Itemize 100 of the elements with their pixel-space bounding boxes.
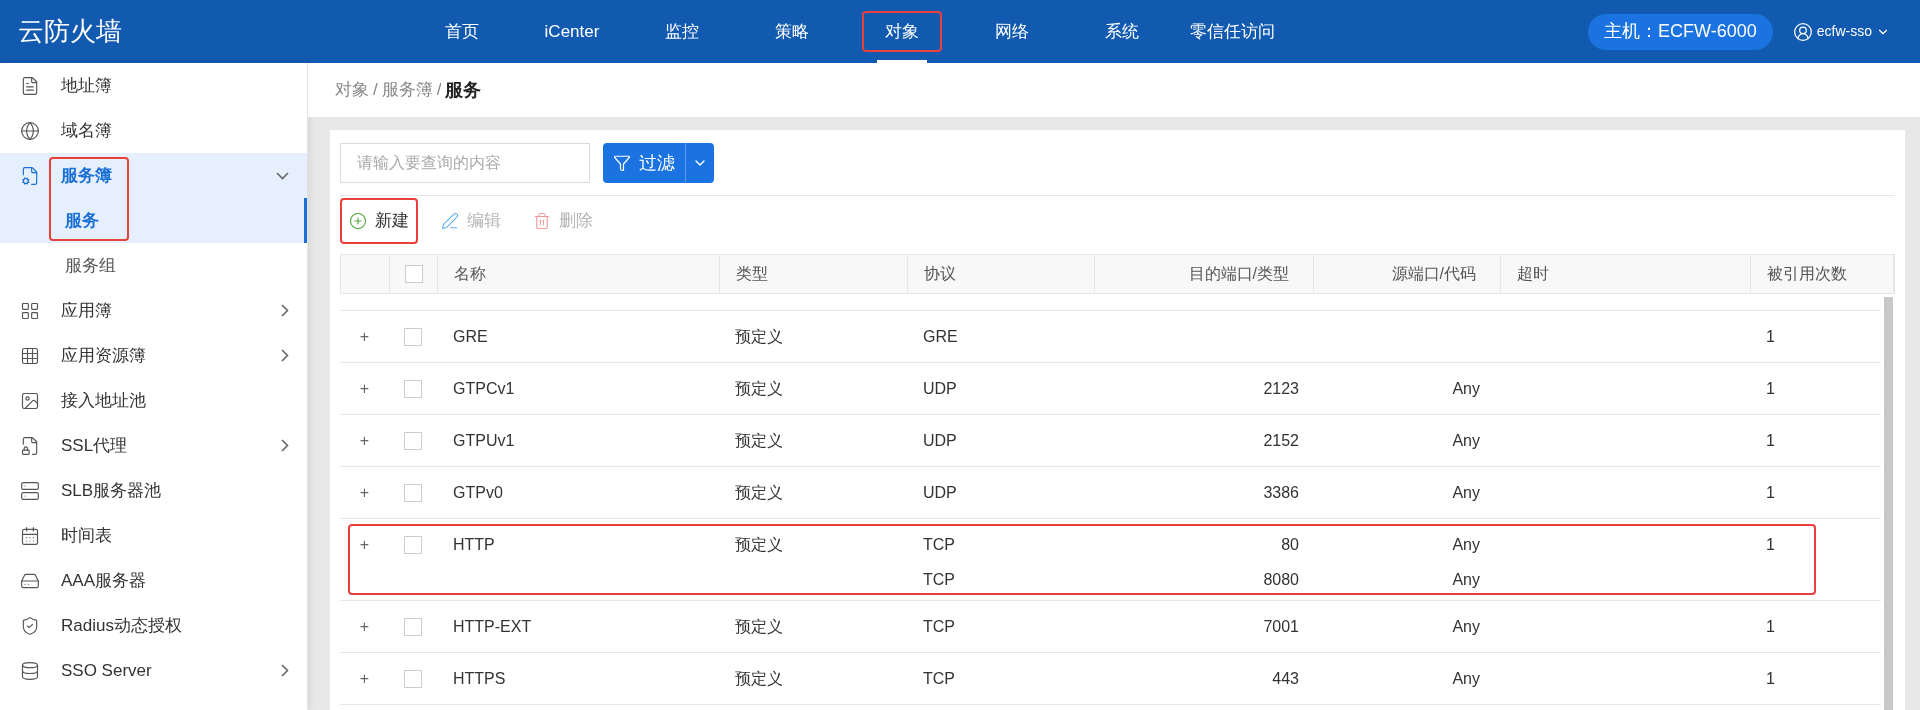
column-header: 协议 xyxy=(924,264,956,284)
nav-tab[interactable]: iCenter xyxy=(536,0,608,63)
nav-tab[interactable]: 系统 xyxy=(1097,0,1147,63)
table-row[interactable]: + GTPCv1 预定义 UDP 2123 Any 1 xyxy=(340,363,1881,415)
nav-tab[interactable]: 策略 xyxy=(767,0,817,63)
table-cell-text: 预定义 xyxy=(735,482,783,503)
sidebar-subitem[interactable]: 服务 xyxy=(0,198,307,243)
expand-toggle[interactable]: + xyxy=(359,480,370,505)
table-cell-text: 预定义 xyxy=(735,378,783,399)
table-row[interactable]: + GRE 预定义 GRE 1 xyxy=(340,311,1881,363)
table-cell-text: GTPv0 xyxy=(453,482,503,503)
row-checkbox[interactable] xyxy=(404,483,422,502)
toolbar-button[interactable]: 新建 xyxy=(340,198,418,244)
chevron-right-icon xyxy=(281,304,289,317)
sidebar-item[interactable]: SSL代理 xyxy=(0,423,307,468)
select-all-checkbox[interactable] xyxy=(404,265,423,283)
sidebar-item[interactable]: 地址簿 xyxy=(0,63,307,108)
table-cell-text: 预定义 xyxy=(735,534,783,555)
trash-icon xyxy=(533,212,551,230)
address-book-icon xyxy=(20,75,40,96)
plus-circle-icon xyxy=(349,212,367,230)
app-grid-icon xyxy=(20,300,40,321)
sidebar-item[interactable]: SLB服务器池 xyxy=(0,468,307,513)
pen-icon xyxy=(441,212,459,230)
column-header: 目的端口/类型 xyxy=(1188,264,1289,284)
table-cell-text: HTTP xyxy=(453,534,495,555)
user-icon xyxy=(1792,21,1813,42)
server-icon xyxy=(20,480,40,501)
row-checkbox[interactable] xyxy=(404,327,422,346)
table-cell-text: TCP xyxy=(923,668,955,689)
expand-toggle[interactable]: + xyxy=(359,376,370,401)
sidebar-item[interactable]: 时间表 xyxy=(0,513,307,558)
table-cell-text: TCP xyxy=(923,616,955,637)
table-cell-text: Any xyxy=(1452,668,1480,689)
expand-toggle[interactable]: + xyxy=(359,666,370,691)
table-cell-text: HTTPS xyxy=(453,668,506,689)
nav-tab[interactable]: 首页 xyxy=(437,0,487,63)
row-checkbox[interactable] xyxy=(404,431,422,450)
chevron-right-icon xyxy=(281,664,289,677)
table-cell-text: UDP xyxy=(923,482,957,503)
breadcrumb-separator: / xyxy=(436,79,442,102)
sidebar-item[interactable]: 应用资源簿 xyxy=(0,333,307,378)
breadcrumb-separator: / xyxy=(373,79,378,102)
table-cell-text: 2123 xyxy=(1263,378,1299,399)
table-cell-text: 1 xyxy=(1766,430,1775,451)
table-cell-text: Any xyxy=(1452,616,1480,637)
calendar-icon xyxy=(20,525,40,546)
table-row[interactable]: + HTTP-EXT 预定义 TCP 7001 Any 1 xyxy=(340,601,1881,653)
table-cell-text: HTTP-EXT xyxy=(453,616,532,637)
app-logo: 云防火墙 xyxy=(18,15,123,48)
sidebar-item[interactable]: 接入地址池 xyxy=(0,378,307,423)
table-cell-text: 1 xyxy=(1766,668,1775,689)
table-row[interactable]: + GTPv0 预定义 UDP 3386 Any 1 xyxy=(340,467,1881,519)
nav-tab[interactable]: 网络 xyxy=(987,0,1037,63)
resource-grid-icon xyxy=(20,345,40,366)
expand-toggle[interactable]: + xyxy=(359,532,370,557)
table-cell-text: 1 xyxy=(1766,482,1775,503)
table-cell-text: UDP xyxy=(923,430,957,451)
row-checkbox[interactable] xyxy=(404,535,422,554)
table-cell-text: UDP xyxy=(923,378,957,399)
table-row[interactable]: + HTTPS 预定义 TCP 443 Any 1 xyxy=(340,653,1881,705)
column-header: 名称 xyxy=(454,264,486,284)
sidebar-item[interactable]: AAA服务器 xyxy=(0,558,307,603)
expand-toggle[interactable]: + xyxy=(359,614,370,639)
expand-toggle[interactable]: + xyxy=(359,428,370,453)
table-cell-text: 80 xyxy=(1281,534,1299,555)
table-cell-text: GTPCv1 xyxy=(453,378,515,399)
scrollbar[interactable] xyxy=(1881,294,1895,710)
search-field[interactable]: 请输入要查询的内容 xyxy=(340,143,590,183)
globe-icon xyxy=(20,120,40,141)
sidebar-item[interactable]: 应用簿 xyxy=(0,288,307,333)
table-cell-text: GRE xyxy=(453,326,488,347)
sidebar-item[interactable]: 域名簿 xyxy=(0,108,307,153)
nav-tab[interactable]: 监控 xyxy=(657,0,707,63)
table-cell-text: 预定义 xyxy=(735,668,783,689)
table-cell-text: 1 xyxy=(1766,616,1775,637)
row-checkbox[interactable] xyxy=(404,617,422,636)
sidebar-item[interactable]: SSO Server xyxy=(0,648,307,693)
row-checkbox[interactable] xyxy=(404,379,422,398)
user-menu[interactable]: ecfw-sso xyxy=(1792,21,1890,42)
filter-button[interactable]: 过滤 xyxy=(603,143,714,183)
table-cell-text: Any xyxy=(1452,482,1480,503)
table-row[interactable]: + HTTP 预定义 TCP 80 Any 1 TCP 8080 Any xyxy=(340,519,1881,601)
row-checkbox[interactable] xyxy=(404,669,422,688)
table-cell-text: 8080 xyxy=(1263,570,1299,590)
table-cell-text: GRE xyxy=(923,326,958,347)
sidebar-subitem[interactable]: 服务组 xyxy=(0,243,307,288)
table-cell-text: 7001 xyxy=(1263,616,1299,637)
nav-tab[interactable]: 零信任访问 xyxy=(1181,0,1283,63)
table-row[interactable]: + GTPUv1 预定义 UDP 2152 Any 1 xyxy=(340,415,1881,467)
table-cell-text: TCP xyxy=(923,534,955,555)
ssl-document-icon xyxy=(20,435,40,456)
column-header: 超时 xyxy=(1517,264,1549,284)
table-cell-text: 预定义 xyxy=(735,326,783,347)
sidebar-item[interactable]: 服务簿 xyxy=(0,153,307,198)
expand-toggle[interactable]: + xyxy=(359,324,370,349)
breadcrumb-item[interactable]: 对象 xyxy=(335,77,369,103)
table-cell-text: 1 xyxy=(1766,378,1775,399)
breadcrumb-item[interactable]: 服务簿 xyxy=(381,77,433,103)
sidebar-item[interactable]: Radius动态授权 xyxy=(0,603,307,648)
